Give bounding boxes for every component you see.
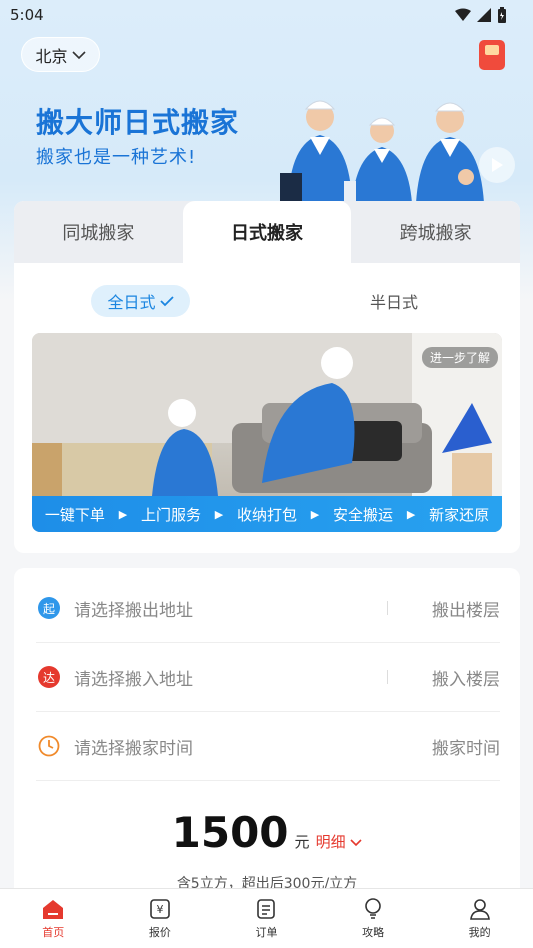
from-floor-selector[interactable]: 搬出楼层 — [424, 596, 500, 621]
bulb-icon — [361, 897, 385, 921]
price-detail-label: 明细 — [315, 833, 346, 851]
nav-home[interactable]: 首页 — [0, 889, 107, 948]
from-address-row[interactable]: 起 请选择搬出地址 搬出楼层 — [36, 574, 500, 643]
price-unit: 元 — [294, 833, 310, 851]
clock-icon — [38, 735, 60, 757]
from-address-input[interactable]: 请选择搬出地址 — [74, 596, 387, 621]
order-form-card: 起 请选择搬出地址 搬出楼层 达 请选择搬入地址 搬入楼层 请选择搬家时间 搬家… — [14, 568, 520, 898]
step-5: 新家还原 — [429, 505, 490, 524]
to-floor-selector[interactable]: 搬入楼层 — [424, 665, 500, 690]
battery-icon — [498, 7, 506, 23]
order-icon — [254, 897, 278, 921]
subtab-row: 全日式 半日式 — [14, 285, 520, 317]
to-address-input[interactable]: 请选择搬入地址 — [74, 665, 387, 690]
service-tabs: 同城搬家 日式搬家 跨城搬家 — [14, 201, 520, 263]
price-icon: ¥ — [148, 897, 172, 921]
subtab-full-label: 全日式 — [107, 293, 156, 312]
promo-photo[interactable]: 进一步了解 一键下单 ▶ 上门服务 ▶ 收纳打包 ▶ 安全搬运 ▶ 新家还原 — [32, 333, 502, 532]
status-icons — [455, 7, 507, 23]
tab-local-move[interactable]: 同城搬家 — [14, 201, 183, 263]
learn-more-badge[interactable]: 进一步了解 — [421, 347, 498, 368]
move-time-input[interactable]: 请选择搬家时间 — [74, 734, 424, 759]
step-1: 一键下单 — [44, 505, 105, 524]
service-card: 同城搬家 日式搬家 跨城搬家 全日式 半日式 进一步了解 一键下单 ▶ 上门服务… — [14, 201, 520, 553]
nav-orders[interactable]: 订单 — [213, 889, 320, 948]
signal-icon — [477, 8, 491, 22]
nav-guide-label: 攻略 — [362, 926, 385, 939]
row-divider — [387, 601, 388, 615]
nav-guide[interactable]: 攻略 — [320, 889, 427, 948]
move-time-label[interactable]: 搬家时间 — [424, 734, 500, 759]
nav-price[interactable]: ¥ 报价 — [107, 889, 214, 948]
row-divider — [387, 670, 388, 684]
svg-text:¥: ¥ — [156, 903, 163, 916]
play-button[interactable] — [479, 147, 515, 183]
chevron-down-icon — [71, 50, 86, 59]
step-3: 收纳打包 — [236, 505, 297, 524]
arrow-right-icon: ▶ — [406, 507, 416, 521]
arrow-right-icon: ▶ — [118, 507, 128, 521]
subtab-full-japanese[interactable]: 全日式 — [91, 285, 190, 317]
home-icon — [41, 897, 65, 921]
nav-profile[interactable]: 我的 — [426, 889, 533, 948]
step-4: 安全搬运 — [333, 505, 394, 524]
tab-japanese-move[interactable]: 日式搬家 — [182, 201, 352, 263]
status-time: 5:04 — [10, 6, 44, 24]
price-line: 1500 元 明细 — [14, 808, 520, 857]
chevron-down-icon — [350, 839, 362, 847]
move-time-row[interactable]: 请选择搬家时间 搬家时间 — [36, 712, 500, 781]
price-detail-link[interactable]: 明细 — [316, 831, 363, 852]
wifi-icon — [455, 8, 471, 21]
step-2: 上门服务 — [140, 505, 201, 524]
service-steps-bar: 一键下单 ▶ 上门服务 ▶ 收纳打包 ▶ 安全搬运 ▶ 新家还原 — [32, 496, 502, 532]
status-bar: 5:04 — [0, 0, 533, 30]
nav-orders-label: 订单 — [255, 926, 278, 939]
arrow-right-icon: ▶ — [310, 507, 320, 521]
city-label: 北京 — [35, 46, 68, 66]
bottom-nav: 首页 ¥ 报价 订单 攻略 我的 — [0, 888, 533, 948]
city-selector[interactable]: 北京 — [21, 37, 100, 72]
to-address-row[interactable]: 达 请选择搬入地址 搬入楼层 — [36, 643, 500, 712]
destination-icon: 达 — [38, 666, 60, 688]
red-envelope-icon[interactable] — [479, 40, 505, 70]
nav-home-label: 首页 — [42, 926, 65, 939]
banner-title: 搬大师日式搬家 — [36, 106, 240, 139]
price-value: 1500 — [171, 808, 289, 857]
nav-price-label: 报价 — [148, 926, 171, 939]
staff-illustration — [280, 100, 484, 203]
origin-icon: 起 — [38, 597, 60, 619]
subtab-half-japanese[interactable]: 半日式 — [344, 285, 444, 317]
check-icon — [159, 296, 174, 307]
arrow-right-icon: ▶ — [214, 507, 224, 521]
user-icon — [468, 897, 492, 921]
tab-intercity-move[interactable]: 跨城搬家 — [351, 201, 520, 263]
banner-subtitle: 搬家也是一种艺术! — [36, 147, 197, 168]
play-icon — [492, 158, 503, 172]
nav-profile-label: 我的 — [468, 926, 491, 939]
